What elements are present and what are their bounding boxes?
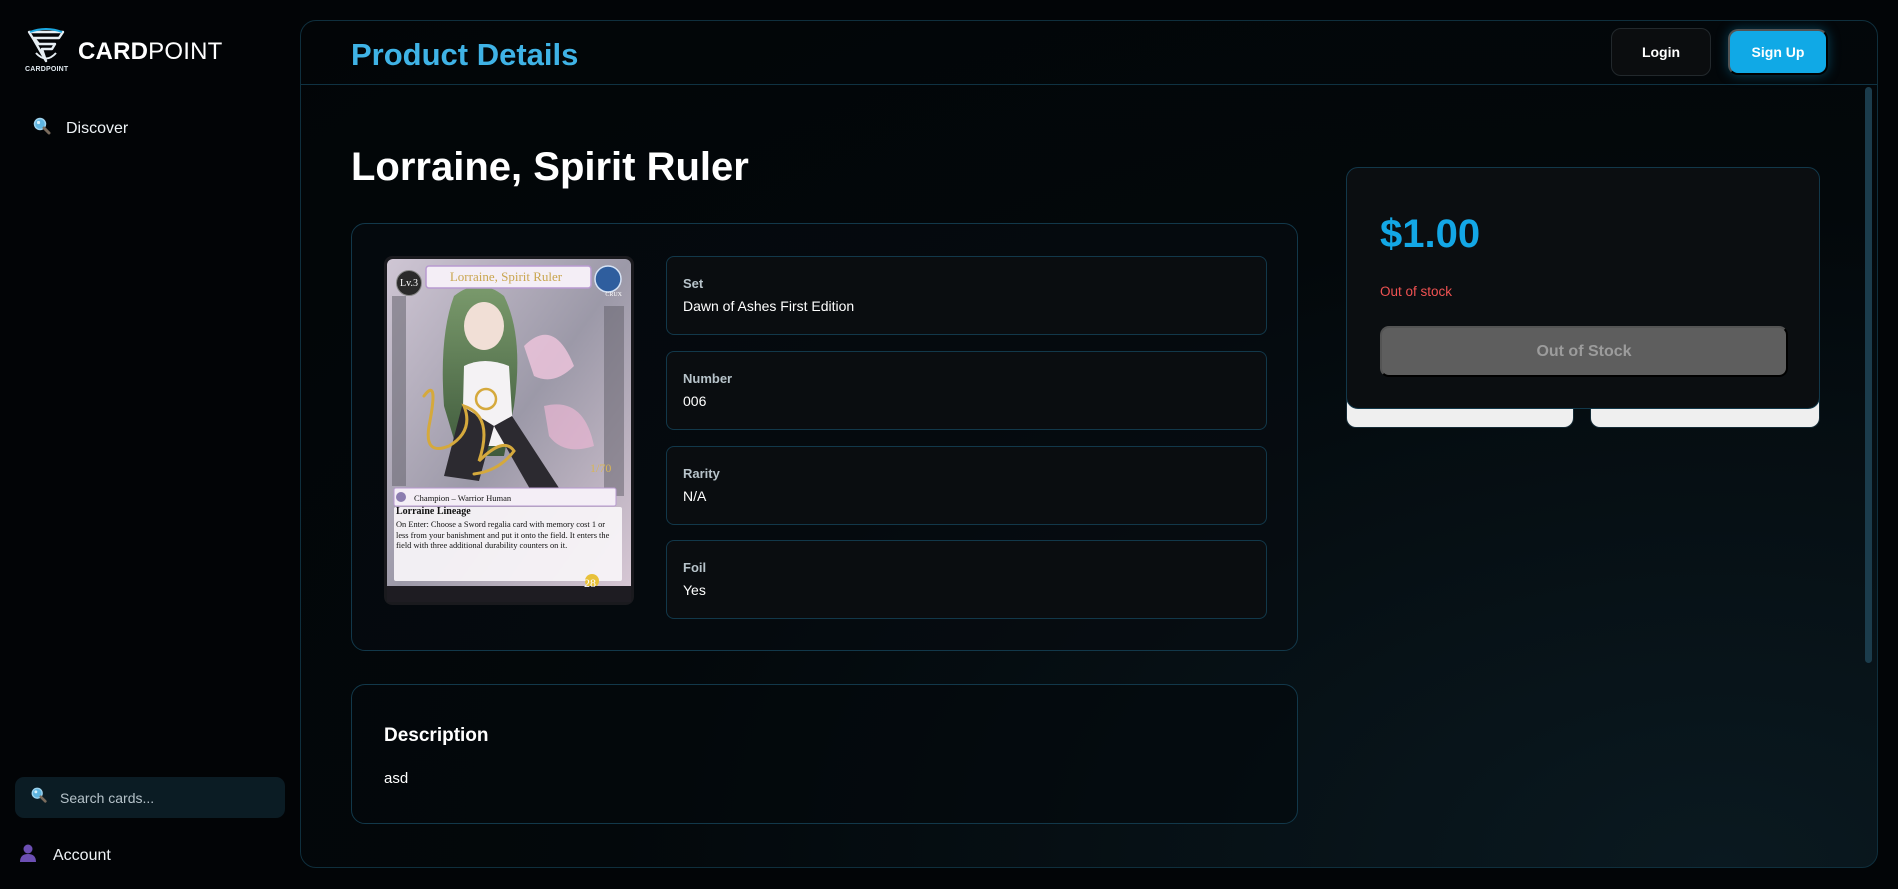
- field-label: Set: [683, 276, 704, 291]
- search-icon: [30, 786, 48, 809]
- cardpoint-logo-icon: CARDPOINT: [25, 28, 70, 76]
- brand[interactable]: CARDPOINT CARDPOINT: [25, 28, 223, 76]
- field-value: Dawn of Ashes First Edition: [683, 298, 855, 314]
- nav-discover-label: Discover: [66, 119, 129, 137]
- stock-status: Out of stock: [1380, 284, 1453, 299]
- field-set: Set Dawn of Ashes First Edition: [666, 256, 1267, 335]
- card-edition-number: 1/70: [590, 461, 612, 475]
- field-rarity: Rarity N/A: [666, 446, 1267, 525]
- page-title: Product Details: [351, 37, 579, 72]
- sidebar: CARDPOINT CARDPOINT Discover Search card…: [0, 0, 300, 889]
- card-image: Lv.3 Lorraine, Spirit Ruler CRUX 1/70 Ch…: [384, 256, 634, 605]
- field-value: N/A: [683, 488, 707, 504]
- card-type-line: Champion – Warrior Human: [414, 493, 512, 503]
- topbar: Product Details Login Sign Up: [301, 21, 1877, 85]
- field-value: 006: [683, 393, 707, 409]
- card-element: CRUX: [605, 292, 622, 298]
- card-level: Lv.3: [396, 270, 422, 296]
- out-of-stock-button[interactable]: Out of Stock: [1380, 326, 1788, 377]
- signup-button[interactable]: Sign Up: [1728, 29, 1828, 75]
- brand-name: CARDPOINT: [78, 38, 223, 65]
- price-card: $1.00 Out of stock Out of Stock: [1346, 167, 1820, 409]
- field-value: Yes: [683, 582, 706, 598]
- scrollbar[interactable]: [1865, 87, 1872, 663]
- search-input[interactable]: [60, 789, 260, 806]
- price: $1.00: [1380, 212, 1481, 256]
- card-ability-text: On Enter: Choose a Sword regalia card wi…: [396, 519, 610, 551]
- search-icon: [32, 116, 52, 141]
- card-ability: Lorraine Lineage On Enter: Choose a Swor…: [396, 506, 618, 577]
- description-card: Description asd: [351, 684, 1298, 824]
- card-life: 28: [584, 576, 596, 590]
- logo-caption: CARDPOINT: [25, 66, 69, 73]
- description-title: Description: [384, 725, 489, 746]
- card-ability-title: Lorraine Lineage: [396, 506, 471, 517]
- field-label: Number: [683, 371, 733, 386]
- user-icon: [18, 843, 38, 868]
- nav-discover[interactable]: Discover: [32, 116, 128, 141]
- card-art-title: Lorraine, Spirit Ruler: [449, 269, 563, 284]
- product-info-card: Lv.3 Lorraine, Spirit Ruler CRUX 1/70 Ch…: [351, 223, 1298, 651]
- description-text: asd: [384, 770, 409, 787]
- product-name: Lorraine, Spirit Ruler: [351, 145, 749, 189]
- field-foil: Foil Yes: [666, 540, 1267, 619]
- main-panel: Product Details Login Sign Up Lorraine, …: [300, 20, 1878, 868]
- field-number: Number 006: [666, 351, 1267, 430]
- field-label: Rarity: [683, 466, 720, 481]
- field-label: Foil: [683, 560, 707, 575]
- login-button[interactable]: Login: [1611, 28, 1711, 76]
- search-box[interactable]: [15, 777, 285, 818]
- nav-account-label: Account: [53, 846, 111, 864]
- nav-account[interactable]: Account: [18, 843, 111, 868]
